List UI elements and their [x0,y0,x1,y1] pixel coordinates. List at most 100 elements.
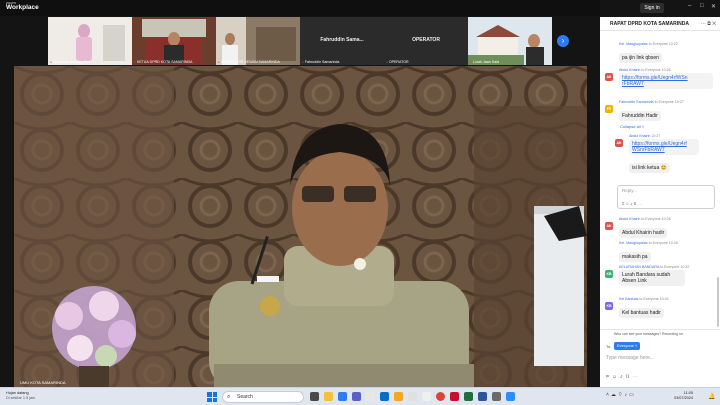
app-icon[interactable] [408,392,417,401]
message-time: 10:22 [668,42,678,46]
chrome-icon[interactable] [436,392,445,401]
collapse-all-link[interactable]: Collapse all ˄ [620,124,644,129]
chat-header-icons: ··· ⧉ ✕ [701,17,716,31]
reply-placeholder: Reply... [622,188,637,193]
task-view-icon[interactable] [310,392,319,401]
participant-thumbnail[interactable]: OPERATOR OPERATOR [384,17,468,65]
message-text: Abdul Khairin hadir [619,228,668,238]
message-link[interactable]: https://forms.gle/Uegn4rfWSn rFbRAW7 [619,73,713,89]
participant-thumbnail[interactable]: KETUA DPRD KOTA SAMARINDA [132,17,216,65]
to-label: To: [606,344,612,349]
file-icon[interactable]: ▯ [626,374,633,380]
taskbar-clock[interactable]: 11:05 03/07/2024 [674,391,693,401]
thumbnail-label: SEKRETARIS DEWAN SAMARINDA [218,60,280,64]
chat-header: RAPAT DPRD KOTA SAMARINDA ··· ⧉ ✕ [600,17,720,31]
brand-name: Workplace [6,4,39,11]
edge-icon[interactable] [380,392,389,401]
collapse-label: Collapse all [620,124,641,129]
emoji-icon[interactable]: ☺ [612,374,620,380]
app-icon[interactable] [492,392,501,401]
message-text: isi link ketua 😊 [629,163,670,173]
message-text: pa ijin link qbsen [619,53,662,63]
windows-taskbar: Hujan datang Di sekitar 1.5 jam ⌕ Search… [0,387,720,405]
more-options-icon[interactable]: ⋯ [633,374,641,380]
message-text: Kel bantuas hadir [619,308,664,318]
chat-title: RAPAT DPRD KOTA SAMARINDA [610,21,689,27]
message-time: 10:27 [651,134,661,138]
message-meta: Fahruddin Samarinda to Everyone 10:27 [619,100,716,104]
maximize-icon[interactable]: □ [700,3,704,9]
thumbnail-label: KETUA DPRD KOTA SAMARINDA [134,60,193,64]
more-icon[interactable]: ··· [701,21,706,27]
message-recipient: to Everyone [639,297,659,301]
message-input[interactable]: Type message here... [606,355,654,361]
participant-thumbnail[interactable]: Lurah Jaan Sala [468,17,552,65]
word-icon[interactable] [478,392,487,401]
chat-compose: Who can see your messages? Recording on … [600,329,720,387]
chat-scrollbar[interactable] [717,277,719,327]
minimize-icon[interactable]: – [688,3,691,9]
compose-toolbar: ⌗☺⤴▯⋯ [606,374,641,380]
search-placeholder: Search [237,394,253,400]
system-tray: ˄☁⌔♪▭ [606,392,636,398]
zoom-icon[interactable] [506,392,515,401]
main-video[interactable]: UMU KOTA SAMARINDA [14,66,587,387]
message-time: 10:28 [668,241,678,245]
network-icon[interactable]: ⌔ [618,392,625,398]
avatar: KB [605,302,613,310]
mail-icon[interactable] [338,392,347,401]
message-text: Lurah Bandara sudah Absen Link [619,270,685,286]
popout-icon[interactable]: ⧉ [707,21,711,27]
message-time: 10:26 [661,68,671,72]
start-icon[interactable] [207,392,217,402]
who-can-see-link[interactable]: Who can see your messages? Recording on [614,332,683,336]
thumbnail-label: kelurahan Sindang Sari [50,60,90,64]
close-chat-icon[interactable]: ✕ [712,21,716,27]
recipient-dropdown[interactable]: Everyone ˅ [614,342,641,350]
teams-icon[interactable] [352,392,361,401]
participant-thumbnail[interactable]: SEKRETARIS DEWAN SAMARINDA [216,17,300,65]
avatar: AK [615,139,623,147]
chevron-up-icon: ˄ [641,124,645,129]
powerpoint-icon[interactable] [450,392,459,401]
video-feed [132,17,216,65]
message-time: 10:28 [661,217,671,221]
top-bar: zoom Workplace [0,0,600,16]
message-time: 10:34 [659,297,669,301]
participant-thumbnail[interactable]: Fahruddin Sama... Fahruddin Samarinda [300,17,384,65]
notification-icon[interactable]: 🔔 [708,393,715,400]
message-sender: Abdul Khairin [619,217,641,221]
store-icon[interactable] [366,392,375,401]
chevron-right-icon: › [561,36,565,45]
search-icon: ⌕ [227,394,231,400]
zoom-window: zoom Workplace Sign in – □ ✕ kelurahan S… [0,0,720,387]
thread-reply: AK Abdul Khairin 10:27 https://forms.gle… [614,134,714,174]
message-sender: Fahruddin Samarinda [619,100,654,104]
chat-message: Kel. Mangkupalas to Everyone 10:28 makas… [604,241,716,263]
participant-thumbnail[interactable]: kelurahan Sindang Sari [48,17,132,65]
app-icon[interactable] [422,392,431,401]
file-explorer-icon[interactable] [324,392,333,401]
battery-icon[interactable]: ▭ [629,392,636,398]
taskbar-search[interactable]: ⌕ Search [222,391,304,403]
message-sender: KELURAHAN BANDARA [619,265,660,269]
message-meta: Kel. Mangkupalas to Everyone 10:22 [619,42,716,46]
message-sender: Abdul Khairin [629,134,651,138]
message-text: Fahruddin Hadir [619,111,661,121]
message-meta: Abdul Khairin to Everyone 10:28 [619,217,716,221]
avatar: FS [605,105,613,113]
message-recipient: to Everyone [641,68,661,72]
avatar: AK [605,73,613,81]
weather-widget[interactable]: Hujan datang Di sekitar 1.5 jam [6,391,35,400]
close-icon[interactable]: ✕ [711,3,716,10]
participant-name: Fahruddin Sama... [320,37,364,43]
message-sender: Kel. Mangkupalas [619,42,648,46]
message-link[interactable]: https://forms.gle/Uegn4rf WSnrFbRAW7 [629,139,699,155]
sign-in-button[interactable]: Sign in [640,3,664,13]
folder-icon[interactable] [394,392,403,401]
excel-icon[interactable] [464,392,473,401]
cloud-icon[interactable]: ☁ [611,392,618,398]
next-page-button[interactable]: › [557,35,569,47]
avatar: AK [605,222,613,230]
reply-input[interactable]: Reply... ⌗ ☺ ⤴ ▯ ⋯ [617,185,715,209]
